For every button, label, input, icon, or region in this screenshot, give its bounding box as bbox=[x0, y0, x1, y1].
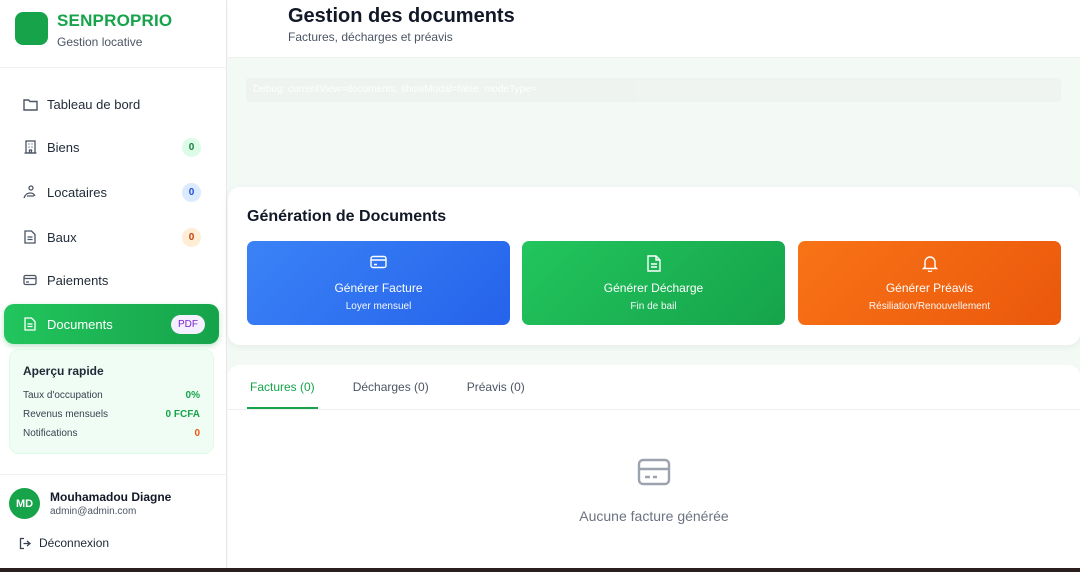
sidebar-item-label: Locataires bbox=[47, 184, 107, 200]
sidebar-item-label: Tableau de bord bbox=[47, 96, 141, 112]
generate-notice-button[interactable]: Générer Préavis Résiliation/Renouvelleme… bbox=[798, 241, 1061, 325]
generate-discharge-button[interactable]: Générer Décharge Fin de bail bbox=[522, 241, 785, 325]
folder-icon bbox=[22, 96, 38, 112]
tab-preavis[interactable]: Préavis (0) bbox=[464, 365, 528, 409]
button-subtitle: Résiliation/Renouvellement bbox=[868, 301, 991, 312]
stat-label: Taux d'occupation bbox=[23, 390, 103, 401]
button-subtitle: Loyer mensuel bbox=[345, 301, 412, 312]
quick-overview: Aperçu rapide Taux d'occupation 0% Reven… bbox=[9, 349, 214, 454]
brand-name: SENPROPRIO bbox=[57, 11, 173, 30]
sidebar-item-label: Documents bbox=[47, 316, 113, 332]
sidebar-item-label: Paiements bbox=[47, 272, 109, 288]
tab-decharges[interactable]: Décharges (0) bbox=[350, 365, 432, 409]
divider bbox=[228, 409, 1080, 410]
sidebar-item-biens[interactable]: Biens 0 bbox=[4, 127, 219, 167]
bell-icon bbox=[921, 255, 938, 273]
document-icon bbox=[22, 316, 38, 332]
button-subtitle: Fin de bail bbox=[630, 301, 677, 312]
sidebar-item-label: Biens bbox=[47, 139, 80, 155]
page-subtitle: Factures, décharges et préavis bbox=[288, 30, 453, 44]
page-header: Gestion des documents Factures, décharge… bbox=[228, 0, 1080, 58]
pdf-badge: PDF bbox=[171, 314, 205, 334]
debug-banner: Debug: currentView=documents, showModal=… bbox=[246, 78, 1061, 102]
stat-value: 0 bbox=[194, 428, 200, 439]
stat-label: Notifications bbox=[23, 428, 78, 439]
main-content: Gestion des documents Factures, décharge… bbox=[228, 0, 1080, 568]
stat-label: Revenus mensuels bbox=[23, 409, 109, 420]
button-title: Générer Décharge bbox=[603, 281, 704, 295]
credit-card-icon bbox=[22, 272, 38, 288]
document-icon bbox=[22, 229, 38, 245]
document-generation-card: Génération de Documents Générer Facture … bbox=[228, 187, 1080, 345]
credit-card-icon bbox=[637, 458, 671, 491]
divider bbox=[0, 67, 227, 68]
page-title: Gestion des documents bbox=[288, 5, 515, 27]
credit-card-icon bbox=[370, 255, 387, 273]
stat-row: Revenus mensuels 0 FCFA bbox=[23, 405, 200, 424]
sidebar: SENPROPRIO Gestion locative Tableau de b… bbox=[0, 0, 227, 568]
sidebar-item-locataires[interactable]: Locataires 0 bbox=[4, 172, 219, 212]
building-icon bbox=[22, 139, 38, 155]
sidebar-item-documents[interactable]: Documents PDF bbox=[4, 304, 219, 344]
count-badge: 0 bbox=[182, 227, 201, 247]
logout-icon bbox=[19, 537, 32, 550]
stat-row: Taux d'occupation 0% bbox=[23, 386, 200, 405]
document-tabs: Factures (0) Décharges (0) Préavis (0) bbox=[247, 365, 560, 409]
user-profile: MD Mouhamadou Diagne admin@admin.com bbox=[9, 488, 171, 519]
section-title: Génération de Documents bbox=[247, 208, 447, 225]
empty-state-text: Aucune facture générée bbox=[579, 508, 729, 524]
button-title: Générer Facture bbox=[334, 281, 423, 295]
button-title: Générer Préavis bbox=[885, 281, 974, 295]
brand-subtitle: Gestion locative bbox=[57, 35, 143, 49]
document-icon bbox=[646, 255, 661, 273]
user-walk-icon bbox=[22, 184, 38, 200]
generate-invoice-button[interactable]: Générer Facture Loyer mensuel bbox=[247, 241, 510, 325]
documents-list-card: Factures (0) Décharges (0) Préavis (0) A… bbox=[228, 365, 1080, 568]
brand: SENPROPRIO Gestion locative bbox=[15, 11, 173, 49]
quick-overview-title: Aperçu rapide bbox=[23, 364, 104, 378]
stat-value: 0 FCFA bbox=[165, 409, 200, 420]
sidebar-item-label: Baux bbox=[47, 229, 77, 245]
count-badge: 0 bbox=[182, 182, 201, 202]
logout-button[interactable]: Déconnexion bbox=[19, 536, 109, 550]
brand-logo bbox=[15, 12, 48, 45]
user-email: admin@admin.com bbox=[50, 506, 137, 517]
avatar: MD bbox=[9, 488, 40, 519]
sidebar-item-baux[interactable]: Baux 0 bbox=[4, 217, 219, 257]
sidebar-item-paiements[interactable]: Paiements bbox=[4, 260, 219, 300]
logout-label: Déconnexion bbox=[39, 536, 110, 550]
stat-row: Notifications 0 bbox=[23, 424, 200, 443]
tab-factures[interactable]: Factures (0) bbox=[247, 365, 318, 409]
count-badge: 0 bbox=[182, 137, 201, 157]
divider bbox=[0, 474, 227, 475]
window-bottom-edge bbox=[0, 568, 1080, 572]
stat-value: 0% bbox=[185, 390, 200, 401]
user-name: Mouhamadou Diagne bbox=[50, 490, 172, 504]
sidebar-item-dashboard[interactable]: Tableau de bord bbox=[4, 84, 219, 124]
